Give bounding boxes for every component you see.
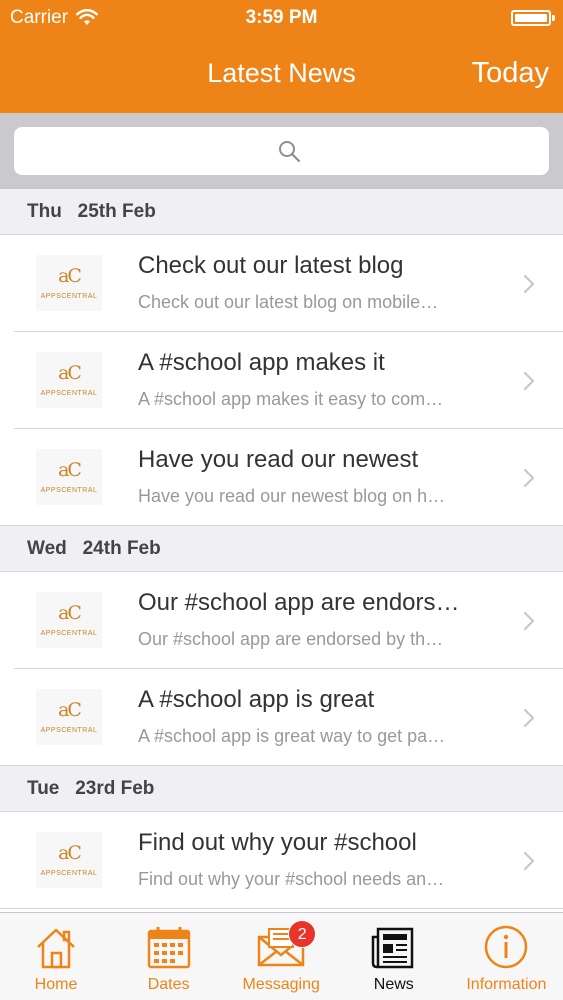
tab-dates[interactable]: Dates	[113, 913, 225, 1000]
logo-mark: aC	[58, 459, 82, 481]
news-item-subtitle: Find out why your #school needs an…	[138, 869, 445, 889]
logo-mark: aC	[58, 842, 82, 864]
tab-label: News	[373, 976, 414, 993]
section-header: Wed 24th Feb	[0, 526, 563, 572]
chevron-right-icon	[523, 468, 535, 488]
tab-label: Messaging	[242, 976, 320, 993]
chevron-right-icon	[523, 611, 535, 631]
tab-home[interactable]: Home	[0, 913, 112, 1000]
tab-messaging[interactable]: 2 Messaging	[225, 913, 337, 1000]
tab-bar: Home Dates 2 Messaging News Information	[0, 912, 563, 1000]
logo-wordmark: APPSCENTRAL	[40, 487, 98, 494]
news-item[interactable]: aC APPSCENTRAL A #school app makes it A #sc…	[0, 332, 563, 429]
apps-central-logo: aC APPSCENTRAL	[36, 352, 102, 408]
section-spacer	[59, 778, 75, 800]
info-icon	[485, 925, 528, 969]
section-header: Tue 23rd Feb	[0, 766, 563, 812]
newspaper-icon	[371, 927, 414, 969]
search-icon	[279, 141, 301, 163]
status-time: 3:59 PM	[245, 7, 318, 28]
logo-mark: aC	[58, 265, 82, 287]
unread-badge: 2	[288, 920, 317, 948]
tab-information[interactable]: Information	[450, 913, 562, 1000]
today-button[interactable]: Today	[472, 57, 549, 90]
logo-wordmark: APPSCENTRAL	[40, 630, 98, 637]
logo-mark: aC	[58, 602, 82, 624]
news-item-title: Check out our latest blog	[138, 252, 404, 279]
tab-label: Home	[34, 976, 78, 993]
news-item-title: Our #school app are endors…	[138, 589, 460, 616]
chevron-right-icon	[523, 708, 535, 728]
section-date: 25th Feb	[77, 200, 156, 222]
search-input[interactable]	[14, 127, 549, 175]
section-spacer	[62, 201, 78, 223]
news-item[interactable]: aC APPSCENTRAL Our #school app are endors……	[0, 572, 563, 669]
news-item-subtitle: A #school app makes it easy to com…	[138, 389, 444, 409]
tab-label: Information	[466, 976, 547, 993]
logo-wordmark: APPSCENTRAL	[40, 870, 98, 877]
news-item[interactable]: aC APPSCENTRAL Have you read our newest Hav…	[0, 429, 563, 526]
search-bar	[0, 113, 563, 189]
apps-central-logo: aC APPSCENTRAL	[36, 832, 102, 888]
logo-wordmark: APPSCENTRAL	[40, 390, 98, 397]
logo-mark: aC	[58, 699, 82, 721]
top-bar: Carrier 3:59 PM Latest News Today	[0, 0, 563, 113]
section-day: Thu	[27, 200, 62, 222]
news-item-title: Have you read our newest	[138, 446, 419, 473]
chevron-right-icon	[523, 274, 535, 294]
logo-wordmark: APPSCENTRAL	[40, 293, 98, 300]
section-date: 24th Feb	[82, 537, 161, 559]
home-icon	[37, 928, 75, 969]
battery-icon	[511, 10, 555, 26]
logo-wordmark: APPSCENTRAL	[40, 727, 98, 734]
tab-news[interactable]: News	[338, 913, 450, 1000]
apps-central-logo: aC APPSCENTRAL	[36, 689, 102, 745]
logo-mark: aC	[58, 362, 82, 384]
apps-central-logo: aC APPSCENTRAL	[36, 449, 102, 505]
section-date: 23rd Feb	[75, 777, 155, 799]
news-item-subtitle: Have you read our newest blog on h…	[138, 486, 446, 506]
section-day: Wed	[27, 537, 67, 559]
news-item[interactable]: aC APPSCENTRAL Find out why your #school Fi…	[0, 812, 563, 909]
status-bar: Carrier 3:59 PM	[0, 0, 563, 36]
news-item-subtitle: Our #school app are endorsed by th…	[138, 629, 444, 649]
news-list[interactable]: Thu 25th Feb aC APPSCENTRAL Check out our l…	[0, 189, 563, 912]
calendar-icon	[147, 927, 190, 969]
news-item-subtitle: A #school app is great way to get pa…	[138, 726, 446, 746]
chevron-right-icon	[523, 371, 535, 391]
news-item-subtitle: Check out our latest blog on mobile…	[138, 292, 439, 312]
apps-central-logo: aC APPSCENTRAL	[36, 255, 102, 311]
news-item-title: A #school app makes it	[138, 349, 385, 376]
news-item-title: A #school app is great	[138, 686, 375, 713]
news-item[interactable]: aC APPSCENTRAL A #school app is great A #sc…	[0, 669, 563, 766]
chevron-right-icon	[523, 851, 535, 871]
section-header: Thu 25th Feb	[0, 189, 563, 235]
news-item[interactable]: aC APPSCENTRAL Check out our latest blog Ch…	[0, 235, 563, 332]
section-day: Tue	[27, 777, 60, 799]
tab-label: Dates	[147, 976, 190, 993]
apps-central-logo: aC APPSCENTRAL	[36, 592, 102, 648]
section-spacer	[67, 538, 83, 560]
news-item-title: Find out why your #school	[138, 829, 417, 856]
